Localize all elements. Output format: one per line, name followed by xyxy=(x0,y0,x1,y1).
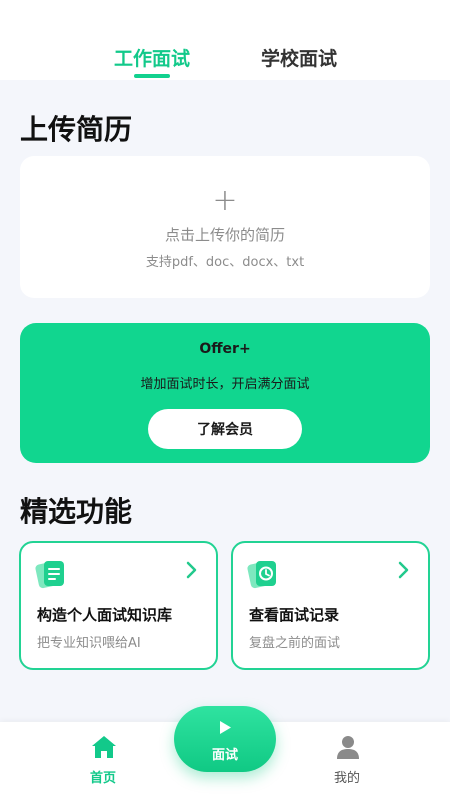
feature-subtitle: 复盘之前的面试 xyxy=(249,636,341,651)
nav-home-label: 首页 xyxy=(89,771,116,786)
play-icon xyxy=(220,721,231,734)
clock-icon xyxy=(247,561,276,589)
feature-title: 查看面试记录 xyxy=(249,606,340,624)
upload-resume-card[interactable]: + 点击上传你的简历 支持pdf、doc、docx、txt xyxy=(20,156,430,298)
active-tab-indicator xyxy=(134,74,170,78)
user-icon xyxy=(337,736,359,759)
tab-work-interview[interactable]: 工作面试 xyxy=(114,44,190,71)
tab-school-interview[interactable]: 学校面试 xyxy=(261,44,337,71)
top-tab-bar: 工作面试 学校面试 xyxy=(0,0,450,80)
start-interview-label: 面试 xyxy=(211,747,238,762)
nav-mine-label: 我的 xyxy=(333,771,360,786)
nav-mine[interactable]: 我的 xyxy=(302,722,392,800)
upload-prompt: 点击上传你的简历 xyxy=(164,226,285,244)
plus-icon: + xyxy=(212,183,238,218)
chevron-right-icon xyxy=(398,561,409,579)
offer-description: 增加面试时长，开启满分面试 xyxy=(140,377,310,392)
start-interview-button[interactable]: 面试 xyxy=(174,706,276,772)
home-icon xyxy=(92,736,116,758)
upload-section-title: 上传简历 xyxy=(20,113,133,146)
offer-membership-banner: Offer+ 增加面试时长，开启满分面试 了解会员 xyxy=(20,323,430,463)
document-icon xyxy=(35,561,64,589)
feature-subtitle: 把专业知识喂给AI xyxy=(37,636,141,651)
feature-card-knowledge-base[interactable]: 构造个人面试知识库 把专业知识喂给AI xyxy=(19,541,218,670)
upload-formats: 支持pdf、doc、docx、txt xyxy=(145,255,305,270)
offer-title: Offer+ xyxy=(199,341,251,357)
features-section-title: 精选功能 xyxy=(20,495,133,528)
feature-title: 构造个人面试知识库 xyxy=(37,606,173,624)
feature-card-interview-records[interactable]: 查看面试记录 复盘之前的面试 xyxy=(231,541,430,670)
nav-home[interactable]: 首页 xyxy=(58,722,148,800)
learn-membership-button[interactable]: 了解会员 xyxy=(148,409,302,449)
chevron-right-icon xyxy=(186,561,197,579)
